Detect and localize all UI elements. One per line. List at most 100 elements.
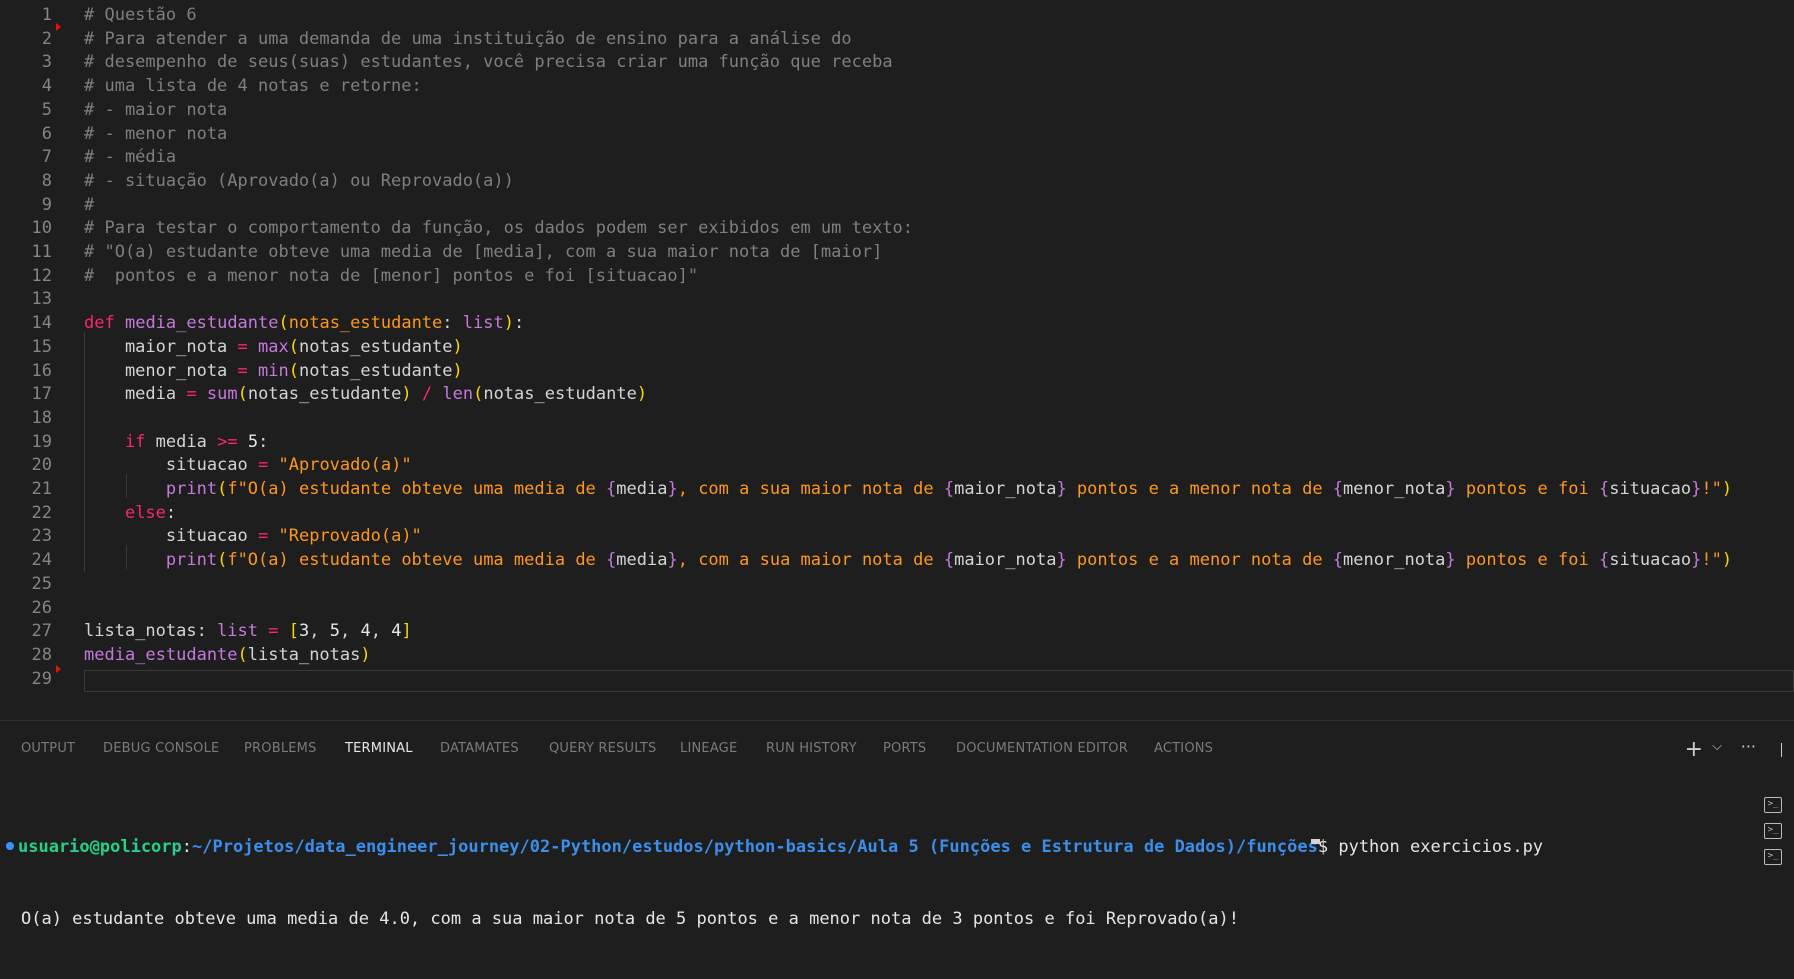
tab-datamates[interactable]: DATAMATES: [440, 741, 519, 756]
more-actions-button[interactable]: ···: [1741, 737, 1756, 756]
breakpoint-marker[interactable]: [56, 23, 61, 31]
tab-lineage[interactable]: LINEAGE: [680, 741, 737, 756]
code-line: 18: [0, 406, 1794, 430]
line-number[interactable]: 27: [0, 619, 52, 643]
add-terminal-button[interactable]: +: [1685, 737, 1703, 762]
code-token: }: [667, 550, 678, 571]
code-line: 2 # Para atender a uma demanda de uma ins…: [0, 27, 1794, 51]
line-number[interactable]: 28: [0, 643, 52, 667]
tab-documentation-editor[interactable]: DOCUMENTATION EDITOR: [956, 741, 1128, 756]
code-line: 27 lista_notas: list = [3, 5, 4, 4]: [0, 619, 1794, 643]
line-number[interactable]: 7: [0, 145, 52, 169]
code-line: 5 # - maior nota: [0, 98, 1794, 122]
code-line: 20 situacao = "Aprovado(a)": [0, 453, 1794, 477]
code-token: }: [667, 479, 678, 499]
tab-actions[interactable]: ACTIONS: [1154, 741, 1213, 756]
line-number[interactable]: 22: [0, 501, 52, 525]
code-token: ): [503, 313, 514, 334]
code-token: else: [124, 502, 166, 523]
line-number[interactable]: 23: [0, 524, 52, 548]
line-number[interactable]: 25: [0, 572, 52, 596]
code-token: [: [288, 621, 300, 642]
maximize-panel-icon[interactable]: [1781, 743, 1794, 757]
line-number[interactable]: 1: [0, 3, 52, 27]
terminal-instance-icon[interactable]: >_: [1764, 849, 1782, 865]
line-number[interactable]: 14: [0, 311, 52, 335]
breakpoint-marker[interactable]: [56, 665, 61, 673]
line-number[interactable]: 16: [0, 359, 52, 383]
code-text: # uma lista de 4 notas e retorne:: [84, 74, 422, 98]
bottom-panel: OUTPUT DEBUG CONSOLE PROBLEMS TERMINAL DATAM…: [0, 720, 1794, 929]
code-line: 10 # Para testar o comportamento da funçã…: [0, 216, 1794, 240]
tab-query-results[interactable]: QUERY RESULTS: [549, 741, 657, 756]
code-line: 28 media_estudante(lista_notas): [0, 643, 1794, 667]
line-number[interactable]: 6: [0, 122, 52, 146]
code-token: sum: [206, 384, 238, 405]
line-number[interactable]: 5: [0, 98, 52, 122]
code-token: (: [473, 384, 484, 405]
line-number[interactable]: 19: [0, 430, 52, 454]
code-line: 7 # - média: [0, 145, 1794, 169]
tab-ports[interactable]: PORTS: [883, 741, 926, 756]
code-token: pontos e a menor nota de: [1066, 479, 1333, 499]
chevron-down-icon[interactable]: ⌵: [1712, 739, 1722, 754]
tab-output[interactable]: OUTPUT: [21, 741, 75, 756]
panel-tabs: OUTPUT DEBUG CONSOLE PROBLEMS TERMINAL DATAM…: [0, 721, 1794, 777]
line-number[interactable]: 8: [0, 169, 52, 193]
code-line: 25: [0, 572, 1794, 596]
code-token: {: [1598, 550, 1610, 571]
tab-run-history[interactable]: RUN HISTORY: [766, 741, 857, 756]
line-number[interactable]: 17: [0, 382, 52, 406]
tab-debug-console[interactable]: DEBUG CONSOLE: [103, 741, 219, 756]
code-token: ): [452, 336, 463, 357]
line-number[interactable]: 10: [0, 216, 52, 240]
line-number[interactable]: 20: [0, 453, 52, 477]
line-number[interactable]: 9: [0, 193, 52, 217]
code-token: pontos e foi: [1455, 479, 1599, 499]
code-token: =: [186, 384, 197, 405]
code-token: menor_nota: [1343, 550, 1446, 571]
code-token: max: [258, 336, 289, 357]
terminal-output-line: O(a) estudante obteve uma media de 4.0, …: [0, 907, 1750, 931]
line-number[interactable]: 15: [0, 335, 52, 359]
code-token: print: [165, 479, 218, 499]
code-token: if: [124, 431, 146, 452]
line-number[interactable]: 4: [0, 74, 52, 98]
code-token: "Aprovado(a)": [278, 455, 412, 476]
code-editor[interactable]: 1 # Questão 6 2 # Para atender a uma demand…: [0, 0, 1794, 720]
line-number[interactable]: 2: [0, 27, 52, 51]
tab-problems[interactable]: PROBLEMS: [244, 741, 317, 756]
terminal-instance-icon[interactable]: >_: [1764, 797, 1782, 813]
line-number[interactable]: 12: [0, 264, 52, 288]
code-token: :: [442, 313, 463, 334]
line-number[interactable]: 24: [0, 548, 52, 572]
code-line: 6 # - menor nota: [0, 122, 1794, 146]
code-token: (: [288, 336, 299, 357]
terminal-instance-icon[interactable]: >_: [1764, 823, 1782, 839]
code-text: # - situação (Aprovado(a) ou Reprovado(a…: [84, 169, 514, 193]
terminal[interactable]: usuario@policorp:~/Projetos/data_enginee…: [0, 787, 1750, 979]
code-text: lista_notas: list = [3, 5, 4, 4]: [84, 619, 412, 643]
code-text: situacao = "Aprovado(a)": [84, 453, 412, 477]
line-number[interactable]: 21: [0, 477, 52, 501]
code-token: ): [360, 644, 371, 665]
code-token: # desempenho de seus(suas) estudantes, v…: [84, 52, 893, 73]
code-token: maior_nota: [954, 550, 1057, 571]
code-token: f"O(a) estudante obteve uma media de: [227, 479, 607, 499]
line-number[interactable]: 3: [0, 50, 52, 74]
tab-terminal[interactable]: TERMINAL: [345, 741, 413, 756]
code-text: media = sum(notas_estudante) / len(notas…: [84, 382, 647, 406]
line-number[interactable]: 11: [0, 240, 52, 264]
code-token: lista_notas: [247, 644, 361, 665]
line-number[interactable]: 18: [0, 406, 52, 430]
line-number[interactable]: 26: [0, 596, 52, 620]
line-number[interactable]: 29: [0, 667, 52, 691]
code-token: {: [943, 479, 955, 499]
code-token: (: [217, 479, 228, 499]
line-number[interactable]: 13: [0, 287, 52, 311]
code-token: {: [1332, 479, 1344, 499]
